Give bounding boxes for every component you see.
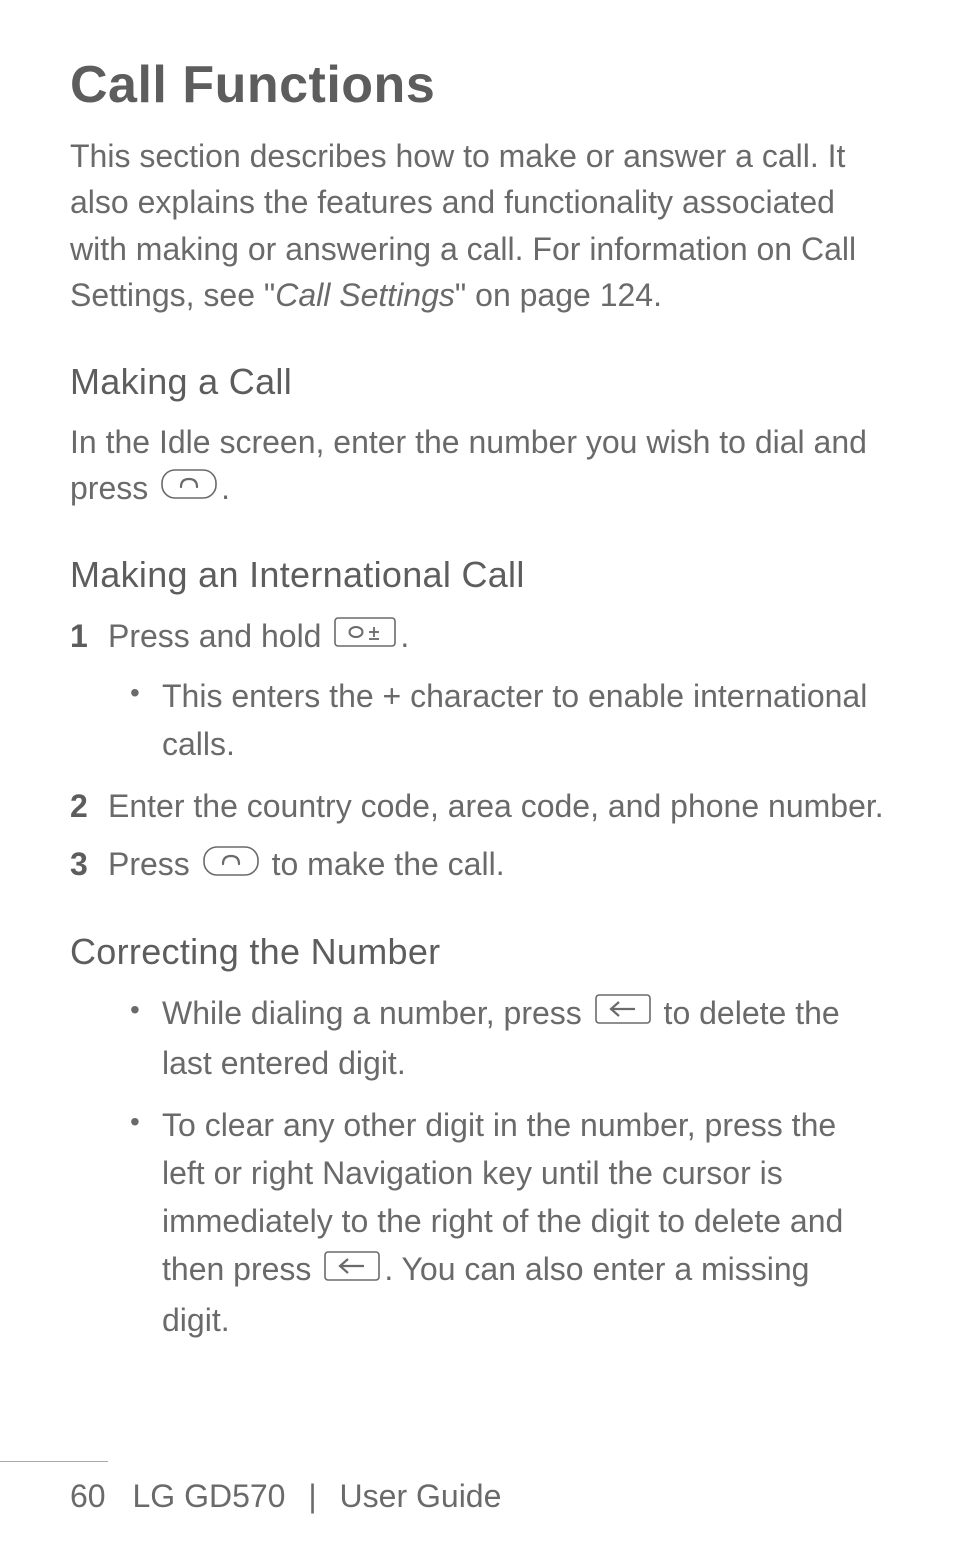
step-1: 1 Press and hold . This enters the + cha… — [70, 612, 884, 769]
correcting-bullet-1: While dialing a number, press to delete … — [70, 989, 884, 1088]
step-2: 2 Enter the country code, area code, and… — [70, 782, 884, 830]
step-1-bullet: This enters the + character to enable in… — [108, 672, 884, 768]
intro-text-2: " on page 124. — [455, 277, 662, 313]
footer-rule — [0, 1461, 108, 1462]
step-1-bullet-text: This enters the + character to enable in… — [162, 678, 867, 762]
correcting-bullets: While dialing a number, press to delete … — [70, 989, 884, 1344]
page-number: 60 — [70, 1478, 106, 1515]
correcting-bullet-2: To clear any other digit in the number, … — [70, 1101, 884, 1344]
step-2-text: Enter the country code, area code, and p… — [108, 788, 884, 824]
step-3-pre: Press — [108, 846, 199, 882]
step-num: 2 — [70, 782, 88, 830]
page-title: Call Functions — [70, 55, 884, 115]
international-steps: 1 Press and hold . This enters the + cha… — [70, 612, 884, 891]
making-call-post: . — [221, 470, 230, 506]
zero-plus-key-icon — [334, 612, 396, 660]
step-1-pre: Press and hold — [108, 618, 330, 654]
step-num: 1 — [70, 612, 88, 660]
step-3-post: to make the call. — [263, 846, 505, 882]
footer-model: LG GD570 — [132, 1478, 285, 1514]
step-num: 3 — [70, 840, 88, 888]
page-footer: 60 LG GD570 | User Guide — [70, 1478, 501, 1515]
back-key-icon — [595, 989, 651, 1037]
step-1-post: . — [400, 618, 409, 654]
intro-paragraph: This section describes how to make or an… — [70, 133, 884, 319]
correcting-heading: Correcting the Number — [70, 931, 884, 973]
correcting-1-pre: While dialing a number, press — [162, 995, 591, 1031]
intro-italic: Call Settings — [275, 277, 455, 313]
footer-divider: | — [308, 1478, 316, 1514]
back-key-icon — [324, 1246, 380, 1294]
footer-guide: User Guide — [340, 1478, 502, 1514]
send-key-icon — [203, 841, 259, 889]
making-call-heading: Making a Call — [70, 361, 884, 403]
send-key-icon — [161, 465, 217, 511]
making-call-body: In the Idle screen, enter the number you… — [70, 419, 884, 514]
step-3: 3 Press to make the call. — [70, 840, 884, 891]
international-heading: Making an International Call — [70, 554, 884, 596]
step-1-bullet-list: This enters the + character to enable in… — [108, 672, 884, 768]
